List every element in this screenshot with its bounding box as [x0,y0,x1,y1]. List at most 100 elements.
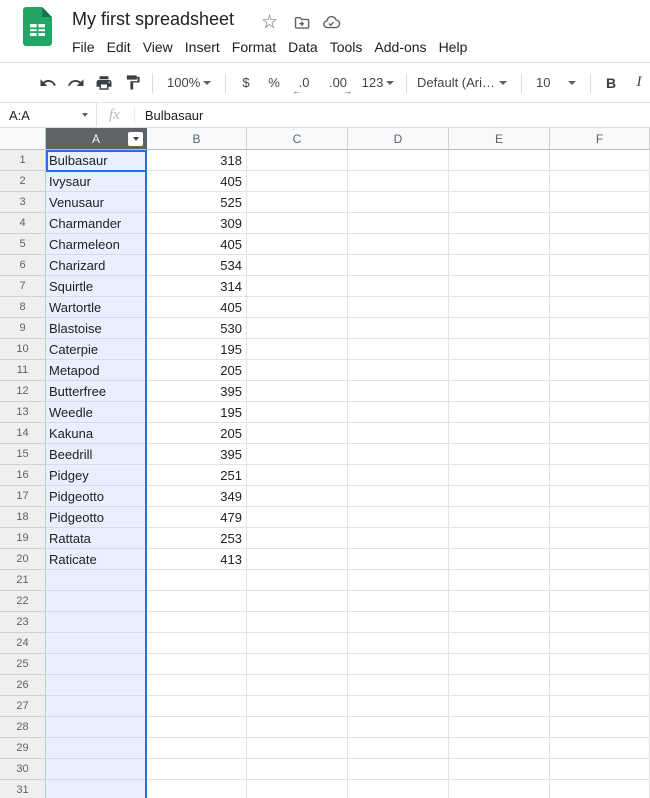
row-header-29[interactable]: 29 [0,738,46,759]
italic-button[interactable]: I [625,69,650,97]
cell-E24[interactable] [449,633,550,654]
row-header-15[interactable]: 15 [0,444,46,465]
cell-B16[interactable]: 251 [147,465,247,486]
cell-D13[interactable] [348,402,449,423]
cell-E16[interactable] [449,465,550,486]
cell-B19[interactable]: 253 [147,528,247,549]
paint-format-button[interactable] [118,69,146,97]
menu-item-tools[interactable]: Tools [330,37,363,58]
cell-D31[interactable] [348,780,449,798]
cell-A2[interactable]: Ivysaur [46,171,147,192]
cell-A17[interactable]: Pidgeotto [46,486,147,507]
cell-C29[interactable] [247,738,348,759]
move-to-folder-icon[interactable] [293,14,311,37]
cell-C9[interactable] [247,318,348,339]
cell-F30[interactable] [550,759,650,780]
row-header-22[interactable]: 22 [0,591,46,612]
cell-E11[interactable] [449,360,550,381]
cell-E20[interactable] [449,549,550,570]
cell-D27[interactable] [348,696,449,717]
menu-item-help[interactable]: Help [439,37,468,58]
cell-F21[interactable] [550,570,650,591]
cell-B4[interactable]: 309 [147,213,247,234]
cell-E29[interactable] [449,738,550,759]
cell-C13[interactable] [247,402,348,423]
cell-F20[interactable] [550,549,650,570]
cell-A9[interactable]: Blastoise [46,318,147,339]
cell-D14[interactable] [348,423,449,444]
cell-A19[interactable]: Rattata [46,528,147,549]
cell-B12[interactable]: 395 [147,381,247,402]
cell-D12[interactable] [348,381,449,402]
cell-C24[interactable] [247,633,348,654]
cell-C18[interactable] [247,507,348,528]
cell-C20[interactable] [247,549,348,570]
column-a-dropdown-button[interactable] [128,132,143,146]
cell-F7[interactable] [550,276,650,297]
cell-E5[interactable] [449,234,550,255]
row-header-20[interactable]: 20 [0,549,46,570]
row-header-30[interactable]: 30 [0,759,46,780]
cell-D18[interactable] [348,507,449,528]
cell-F14[interactable] [550,423,650,444]
cell-E6[interactable] [449,255,550,276]
cell-C14[interactable] [247,423,348,444]
row-header-19[interactable]: 19 [0,528,46,549]
cell-E30[interactable] [449,759,550,780]
cell-A20[interactable]: Raticate [46,549,147,570]
cell-D3[interactable] [348,192,449,213]
cell-B25[interactable] [147,654,247,675]
row-header-24[interactable]: 24 [0,633,46,654]
document-title[interactable]: My first spreadsheet [72,9,234,30]
row-header-2[interactable]: 2 [0,171,46,192]
row-header-16[interactable]: 16 [0,465,46,486]
cell-C27[interactable] [247,696,348,717]
cell-D26[interactable] [348,675,449,696]
cell-F22[interactable] [550,591,650,612]
cell-D28[interactable] [348,717,449,738]
cell-A10[interactable]: Caterpie [46,339,147,360]
cell-B21[interactable] [147,570,247,591]
cell-C10[interactable] [247,339,348,360]
cell-C22[interactable] [247,591,348,612]
cell-A25[interactable] [46,654,147,675]
cell-A21[interactable] [46,570,147,591]
cell-E25[interactable] [449,654,550,675]
font-size-select[interactable]: 10 [528,69,584,97]
cell-B6[interactable]: 534 [147,255,247,276]
cell-D24[interactable] [348,633,449,654]
cell-D16[interactable] [348,465,449,486]
cell-F29[interactable] [550,738,650,759]
cell-C2[interactable] [247,171,348,192]
cell-F9[interactable] [550,318,650,339]
cell-E28[interactable] [449,717,550,738]
cell-A18[interactable]: Pidgeotto [46,507,147,528]
cell-F24[interactable] [550,633,650,654]
cell-B7[interactable]: 314 [147,276,247,297]
decrease-decimal-button[interactable]: .0 ← [288,69,320,97]
column-header-a[interactable]: A [46,128,147,150]
cell-B30[interactable] [147,759,247,780]
cell-C30[interactable] [247,759,348,780]
cell-F6[interactable] [550,255,650,276]
bold-button[interactable]: B [597,69,625,97]
cell-B2[interactable]: 405 [147,171,247,192]
cell-C28[interactable] [247,717,348,738]
cell-A1[interactable]: Bulbasaur [46,150,147,171]
cell-C6[interactable] [247,255,348,276]
cell-D15[interactable] [348,444,449,465]
row-header-6[interactable]: 6 [0,255,46,276]
menu-item-insert[interactable]: Insert [185,37,220,58]
cell-E23[interactable] [449,612,550,633]
cell-F17[interactable] [550,486,650,507]
cell-B13[interactable]: 195 [147,402,247,423]
cell-A5[interactable]: Charmeleon [46,234,147,255]
cell-A24[interactable] [46,633,147,654]
row-header-21[interactable]: 21 [0,570,46,591]
cell-F3[interactable] [550,192,650,213]
cell-C15[interactable] [247,444,348,465]
cell-C16[interactable] [247,465,348,486]
cell-D1[interactable] [348,150,449,171]
cell-F28[interactable] [550,717,650,738]
format-currency-button[interactable]: $ [232,69,260,97]
